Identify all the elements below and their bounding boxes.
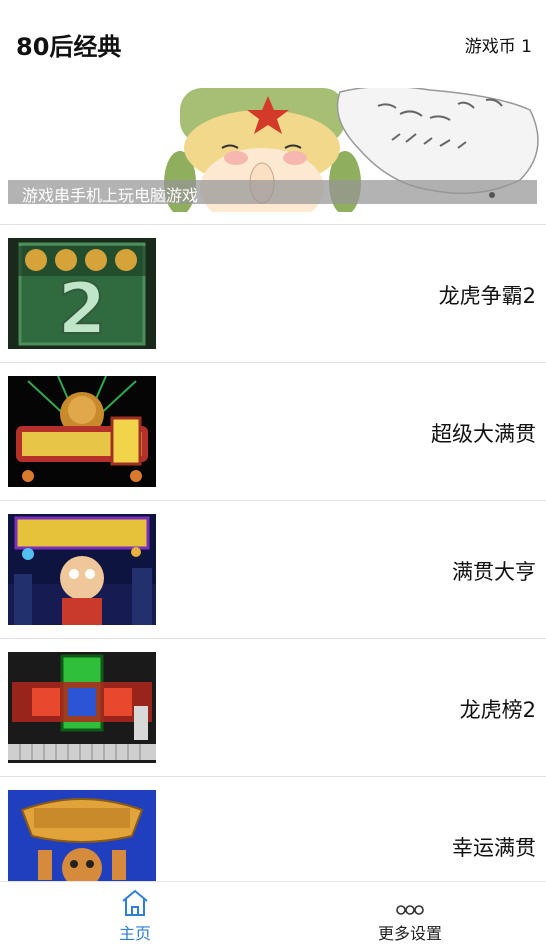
svg-text:2: 2 [58, 268, 107, 349]
more-dots-icon [396, 905, 424, 915]
bottom-tab-bar: 主页 更多设置 [0, 881, 546, 945]
game-thumbnail [8, 790, 156, 881]
tab-more-settings[interactable]: 更多设置 [350, 882, 470, 945]
game-list[interactable]: 2 龙虎争霸2 超级大满贯 满贯大亨 龙虎榜2 幸运满贯 [0, 225, 546, 881]
game-title: 幸运满贯 [452, 836, 536, 860]
game-title: 龙虎争霸2 [438, 284, 536, 308]
game-title: 超级大满贯 [431, 422, 536, 446]
game-thumbnail [8, 376, 156, 487]
game-title: 满贯大亨 [452, 560, 536, 584]
coin-balance[interactable]: 游戏币 1 [465, 32, 532, 57]
game-row-longhu-zhengba-2[interactable]: 2 龙虎争霸2 [0, 225, 546, 363]
game-row-xingyun-manguan[interactable]: 幸运满贯 [0, 777, 546, 881]
banner-caption-bar: 游戏串手机上玩电脑游戏 [8, 180, 537, 205]
page-title: 80后经典 [16, 33, 122, 61]
game-thumbnail: 2 [8, 238, 156, 349]
banner-carousel[interactable]: 游戏串手机上玩电脑游戏 [0, 88, 546, 212]
game-row-chaoji-damanguan[interactable]: 超级大满贯 [0, 363, 546, 501]
game-title: 龙虎榜2 [459, 698, 536, 722]
tab-home-label: 主页 [118, 924, 151, 943]
app-header: 80后经典 游戏币 1 [0, 0, 546, 88]
tab-more-label: 更多设置 [377, 924, 442, 943]
game-thumbnail [8, 652, 156, 763]
tab-home[interactable]: 主页 [75, 882, 195, 945]
carousel-indicator-dot [489, 192, 495, 198]
game-thumbnail [8, 514, 156, 625]
home-icon [122, 889, 148, 916]
banner-caption: 游戏串手机上玩电脑游戏 [22, 186, 199, 205]
game-row-manguan-daheng[interactable]: 满贯大亨 [0, 501, 546, 639]
game-row-longhu-bang-2[interactable]: 龙虎榜2 [0, 639, 546, 777]
